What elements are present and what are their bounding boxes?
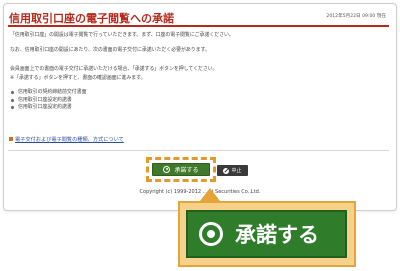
- no-entry-icon: [223, 167, 230, 174]
- instruction-note: ※「承諾する」ボタンを押すと、書面の確認画面に進みます。: [10, 75, 146, 81]
- document-list: 信用取引の契約締結前交付書面 信用取引口座設定約諾書 信用取引口座設定約諾書: [10, 89, 86, 112]
- accept-button[interactable]: 承諾する: [152, 163, 210, 176]
- accept-button-zoomed-label: 承諾する: [235, 223, 319, 247]
- intro-text: 「信用取引口座」の開設は電子閲覧で行っていただきます。まず、口座の電子閲覧にご承…: [10, 32, 234, 38]
- square-bullet-icon: [9, 137, 13, 141]
- callout-pointer: [200, 188, 220, 201]
- accept-button-label: 承諾する: [174, 167, 199, 174]
- instruction-text: 会員画面上での書面の電子交付に承諾いただける場合、「承諾する」ボタンを押してくだ…: [10, 66, 218, 72]
- title-divider: [8, 25, 389, 27]
- list-item: 信用取引口座設定約諾書: [10, 97, 86, 105]
- section-divider: [8, 150, 389, 151]
- list-item: 信用取引口座設定約諾書: [10, 104, 86, 112]
- delivery-methods-link[interactable]: 電子交付および電子閲覧の種類、方式について: [15, 137, 124, 143]
- notice-text: なお、信用取引口座の開設にあたり、次の書面の電子交付に承諾いただく必要があります…: [10, 47, 210, 53]
- page-title: 信用取引口座の電子閲覧への承諾: [9, 12, 174, 25]
- circle-dot-icon: [199, 222, 223, 246]
- circle-dot-icon: [163, 166, 171, 173]
- cancel-button[interactable]: 中止: [217, 165, 248, 176]
- list-item: 信用取引の契約締結前交付書面: [10, 89, 86, 97]
- accept-button-zoomed[interactable]: 承諾する: [186, 210, 347, 258]
- timestamp: 2012年5月22日 09:00 現在: [326, 14, 386, 19]
- info-link-row: 電子交付および電子閲覧の種類、方式について: [9, 136, 124, 143]
- cancel-button-label: 中止: [231, 168, 242, 174]
- page: 信用取引口座の電子閲覧への承諾 2012年5月22日 09:00 現在 「信用取…: [0, 0, 400, 271]
